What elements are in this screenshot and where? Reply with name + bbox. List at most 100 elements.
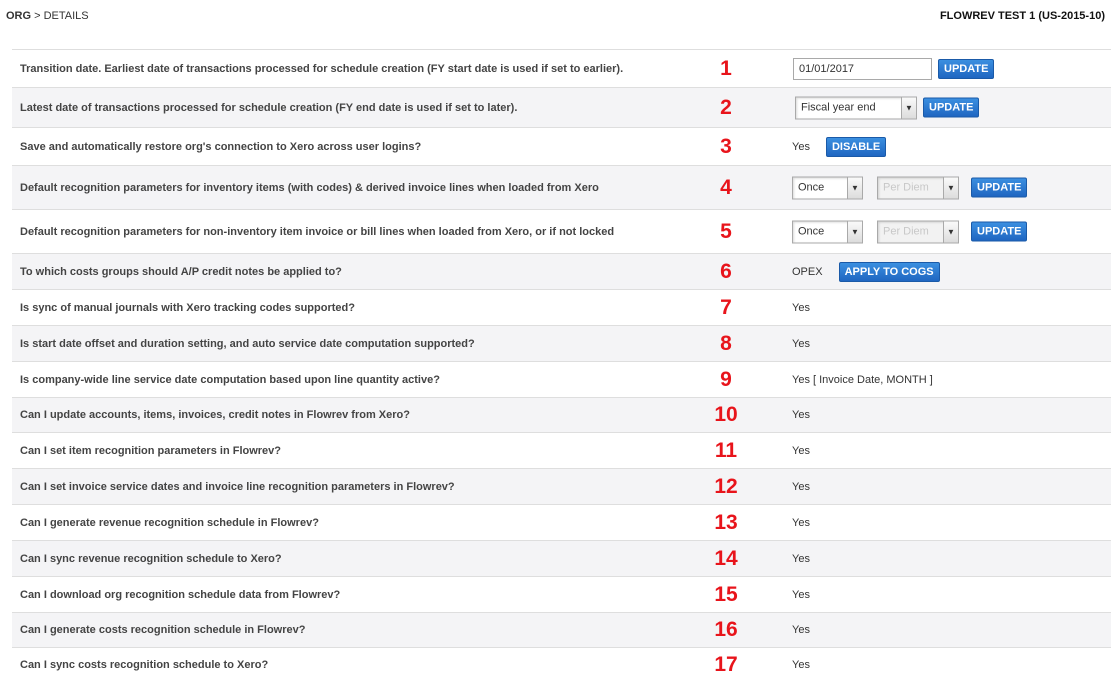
update-non-inventory-recognition-button[interactable]: UPDATE (971, 221, 1028, 242)
row-question: Can I generate revenue recognition sched… (20, 516, 319, 529)
row-question: Default recognition parameters for inven… (20, 181, 599, 194)
row-controls: Once ▼ Per Diem ▼ UPDATE (792, 220, 1028, 243)
settings-row: Is start date offset and duration settin… (12, 326, 1111, 362)
transition-date-input[interactable] (793, 57, 932, 80)
row-question: Is sync of manual journals with Xero tra… (20, 301, 355, 314)
row-question: Can I set item recognition parameters in… (20, 444, 282, 457)
row-value: Yes (792, 516, 810, 529)
row-number: 10 (714, 403, 738, 426)
row-value: Yes (792, 140, 810, 153)
row-controls: Yes (792, 624, 810, 636)
row-question: Can I sync revenue recognition schedule … (20, 552, 282, 565)
row-number: 9 (720, 367, 732, 391)
disable-button[interactable]: DISABLE (825, 136, 887, 157)
row-value: Yes (792, 552, 810, 565)
select-value: Fiscal year end (801, 101, 876, 113)
row-number: 11 (714, 438, 738, 462)
non-inventory-recognition-select[interactable]: Once ▼ (792, 220, 863, 243)
row-number: 7 (720, 295, 732, 319)
row-controls: Yes (792, 481, 810, 493)
row-value: Yes (792, 659, 810, 671)
update-latest-date-button[interactable]: UPDATE (923, 97, 980, 118)
settings-row: Can I generate revenue recognition sched… (12, 505, 1111, 541)
settings-row: To which costs groups should A/P credit … (12, 254, 1111, 290)
row-question: Can I set invoice service dates and invo… (20, 480, 455, 493)
row-number: 2 (720, 95, 732, 119)
row-question: Is start date offset and duration settin… (20, 337, 475, 350)
row-controls: OPEX APPLY TO COGS (792, 261, 940, 282)
row-question: Can I sync costs recognition schedule to… (20, 659, 269, 671)
breadcrumb: ORG > DETAILS (6, 10, 89, 22)
row-controls: UPDATE (793, 57, 995, 80)
row-controls: Yes (792, 409, 810, 421)
chevron-down-icon: ▼ (901, 97, 916, 118)
row-controls: Yes [ Invoice Date, MONTH ] (792, 374, 933, 386)
row-controls: Yes (792, 302, 810, 314)
row-controls: Yes (792, 445, 810, 457)
settings-table: Transition date. Earliest date of transa… (12, 49, 1111, 682)
inventory-per-diem-select[interactable]: Per Diem ▼ (877, 176, 959, 199)
row-controls: Yes (792, 589, 810, 601)
row-question: Save and automatically restore org's con… (20, 140, 422, 153)
settings-row: Transition date. Earliest date of transa… (12, 50, 1111, 88)
row-number: 6 (720, 259, 732, 283)
row-value: Yes (792, 409, 810, 421)
update-transition-date-button[interactable]: UPDATE (938, 58, 995, 79)
row-controls: Yes DISABLE (792, 136, 887, 157)
settings-row: Is sync of manual journals with Xero tra… (12, 290, 1111, 326)
row-number: 4 (720, 175, 732, 199)
row-controls: Fiscal year end ▼ UPDATE (795, 96, 980, 119)
chevron-down-icon: ▼ (943, 221, 958, 242)
row-value: Yes (792, 444, 810, 457)
row-number: 8 (720, 331, 732, 355)
settings-row: Can I download org recognition schedule … (12, 577, 1111, 613)
settings-row: Is company-wide line service date comput… (12, 362, 1111, 398)
row-number: 5 (720, 219, 732, 243)
breadcrumb-org-link[interactable]: ORG (6, 10, 31, 22)
row-value: Yes (792, 337, 810, 350)
row-value: Yes (792, 624, 810, 636)
row-controls: Yes (792, 553, 810, 565)
row-number: 14 (714, 546, 738, 570)
row-controls: Yes (792, 517, 810, 529)
settings-row: Can I generate costs recognition schedul… (12, 613, 1111, 648)
row-number: 12 (714, 474, 738, 498)
row-value: Yes (792, 588, 810, 601)
chevron-down-icon: ▼ (943, 177, 958, 198)
top-bar: ORG > DETAILS FLOWREV TEST 1 (US-2015-10… (0, 0, 1111, 30)
settings-row: Default recognition parameters for non-i… (12, 210, 1111, 254)
breadcrumb-current: DETAILS (43, 10, 89, 22)
chevron-down-icon: ▼ (847, 221, 862, 242)
row-question: Is company-wide line service date comput… (20, 373, 440, 386)
row-number: 13 (714, 510, 738, 534)
row-number: 1 (720, 56, 732, 80)
row-question: Can I update accounts, items, invoices, … (20, 409, 410, 421)
settings-row: Default recognition parameters for inven… (12, 166, 1111, 210)
row-number: 16 (714, 618, 738, 641)
chevron-down-icon: ▼ (847, 177, 862, 198)
select-value: Per Diem (883, 181, 929, 193)
update-inventory-recognition-button[interactable]: UPDATE (971, 177, 1028, 198)
org-name: FLOWREV TEST 1 (US-2015-10) (939, 10, 1105, 22)
select-value: Once (798, 181, 825, 193)
settings-row: Can I set invoice service dates and invo… (12, 469, 1111, 505)
settings-row: Latest date of transactions processed fo… (12, 88, 1111, 128)
apply-to-cogs-button[interactable]: APPLY TO COGS (838, 261, 940, 282)
inventory-recognition-select[interactable]: Once ▼ (792, 176, 863, 199)
settings-row: Can I sync costs recognition schedule to… (12, 648, 1111, 682)
row-question: Latest date of transactions processed fo… (20, 101, 518, 114)
select-value: Once (798, 225, 825, 237)
row-question: Default recognition parameters for non-i… (20, 225, 615, 238)
row-number: 15 (714, 582, 738, 606)
row-number: 17 (714, 653, 738, 676)
row-value: Yes (792, 301, 810, 314)
row-number: 3 (720, 134, 732, 158)
select-value: Per Diem (883, 225, 929, 237)
row-question: Transition date. Earliest date of transa… (20, 62, 624, 75)
settings-row: Can I set item recognition parameters in… (12, 433, 1111, 469)
row-controls: Yes (792, 338, 810, 350)
non-inventory-per-diem-select[interactable]: Per Diem ▼ (877, 220, 959, 243)
row-controls: Yes (792, 659, 810, 671)
row-controls: Once ▼ Per Diem ▼ UPDATE (792, 176, 1028, 199)
latest-date-select[interactable]: Fiscal year end ▼ (795, 96, 917, 119)
